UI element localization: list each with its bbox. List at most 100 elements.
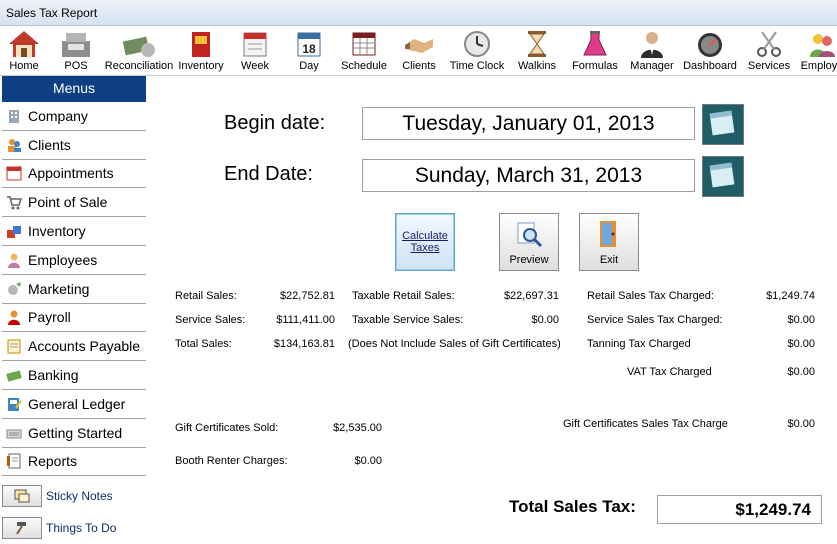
service-tax-label: Service Sales Tax Charged: [587, 314, 723, 326]
hammer-icon [2, 517, 42, 540]
retail-tax-value: $1,249.74 [766, 290, 815, 302]
end-date-field[interactable]: Sunday, March 31, 2013 [362, 159, 695, 192]
toolbar-services-button[interactable]: Services [740, 26, 798, 75]
sidebar-item-payroll[interactable]: Payroll [2, 304, 146, 333]
flask-icon [577, 28, 613, 60]
inventory-box-icon [183, 28, 219, 60]
gift-certificates-tax-label: Gift Certificates Sales Tax Charge [563, 418, 728, 430]
hourglass-icon [519, 28, 555, 60]
sidebar-item-employees[interactable]: Employees [2, 246, 146, 275]
toolbar-inventory-button[interactable]: Inventory [174, 26, 228, 75]
total-sales-tax-label: Total Sales Tax: [509, 497, 636, 516]
preview-button[interactable]: Preview [499, 213, 559, 271]
week-calendar-icon [237, 28, 273, 60]
toolbar-employees-button[interactable]: Employe [798, 26, 837, 75]
begin-date-field[interactable]: Tuesday, January 01, 2013 [362, 107, 695, 140]
clock-icon [459, 28, 495, 60]
taxable-retail-value: $22,697.31 [503, 290, 559, 302]
taxable-service-value: $0.00 [531, 314, 559, 326]
exit-door-icon [595, 219, 623, 252]
banking-money-icon [4, 365, 24, 385]
sidebar-item-getting-started[interactable]: Getting Started [2, 419, 146, 448]
sidebar-item-point-of-sale[interactable]: Point of Sale [2, 188, 146, 218]
employee-icon [4, 250, 24, 270]
cash-register-icon [58, 28, 94, 60]
sidebar-item-reports[interactable]: Reports [2, 448, 146, 477]
building-icon [4, 106, 24, 126]
shopping-cart-icon [4, 192, 24, 212]
end-date-calendar-button[interactable] [702, 156, 744, 197]
payroll-icon [4, 307, 24, 327]
gauge-icon [692, 28, 728, 60]
sticky-note-icon [2, 485, 42, 508]
sidebar-item-inventory[interactable]: Inventory [2, 217, 146, 246]
sidebar-item-company[interactable]: Company [2, 102, 146, 131]
window-title: Sales Tax Report [0, 0, 837, 26]
house-icon [6, 28, 42, 60]
manager-person-icon [634, 28, 670, 60]
service-sales-label: Service Sales: [175, 314, 246, 326]
sidebar-item-appointments[interactable]: Appointments [2, 160, 146, 189]
toolbar-day-button[interactable]: 18 Day [282, 26, 336, 75]
scissors-icon [751, 28, 787, 60]
taxable-service-label: Taxable Service Sales: [352, 314, 464, 326]
vat-tax-label: VAT Tax Charged [627, 366, 712, 378]
employees-group-icon [804, 28, 837, 60]
exit-button[interactable]: Exit [579, 213, 639, 271]
day-calendar-icon: 18 [291, 28, 327, 60]
gift-certificate-note: (Does Not Include Sales of Gift Certific… [348, 338, 561, 350]
tanning-tax-value: $0.00 [787, 338, 815, 350]
end-date-label: End Date: [224, 163, 313, 185]
toolbar-timeclock-button[interactable]: Time Clock [446, 26, 508, 75]
taxable-retail-label: Taxable Retail Sales: [352, 290, 455, 302]
calculate-label-line1: Calculate [402, 230, 448, 242]
schedule-grid-icon [346, 28, 382, 60]
things-to-do-button[interactable]: Things To Do [2, 512, 146, 544]
toolbar-formulas-button[interactable]: Formulas [566, 26, 624, 75]
toolbar-walkins-button[interactable]: Walkins [508, 26, 566, 75]
retail-tax-label: Retail Sales Tax Charged: [587, 290, 714, 302]
service-tax-value: $0.00 [787, 314, 815, 326]
ledger-book-icon [4, 394, 24, 414]
keyboard-icon [4, 423, 24, 443]
toolbar-schedule-button[interactable]: Schedule [336, 26, 392, 75]
sidebar-header: Menus [2, 76, 146, 102]
toolbar-week-button[interactable]: Week [228, 26, 282, 75]
sidebar-menu: Menus Company Clients Appointments Point… [2, 76, 146, 542]
tanning-tax-label: Tanning Tax Charged [587, 338, 691, 350]
money-stack-icon [121, 28, 157, 60]
sidebar-item-general-ledger[interactable]: General Ledger [2, 390, 146, 419]
toolbar-pos-button[interactable]: POS [48, 26, 104, 75]
people-icon [4, 135, 24, 155]
toolbar-clients-button[interactable]: Clients [392, 26, 446, 75]
toolbar-home-button[interactable]: Home [0, 26, 48, 75]
total-sales-value: $134,163.81 [273, 338, 335, 350]
calendar-icon [708, 108, 738, 141]
sidebar-item-clients[interactable]: Clients [2, 131, 146, 160]
booth-renter-label: Booth Renter Charges: [175, 455, 288, 467]
svg-text:18: 18 [302, 42, 316, 56]
vat-tax-value: $0.00 [787, 366, 815, 378]
toolbar-reconciliation-button[interactable]: Reconciliation [104, 26, 174, 75]
report-icon [4, 451, 24, 471]
begin-date-calendar-button[interactable] [702, 104, 744, 145]
calendar-icon [708, 160, 738, 193]
toolbar-dashboard-button[interactable]: Dashboard [680, 26, 740, 75]
begin-date-label: Begin date: [224, 112, 326, 134]
gift-certificates-sold-value: $2,535.00 [333, 422, 382, 434]
retail-sales-value: $22,752.81 [279, 290, 335, 302]
total-sales-label: Total Sales: [175, 338, 232, 350]
marketing-icon [4, 279, 24, 299]
boxes-icon [4, 221, 24, 241]
sidebar-item-accounts-payable[interactable]: Accounts Payable [2, 332, 146, 362]
calculate-label-line2: Taxes [410, 242, 440, 254]
total-sales-tax-value: $1,249.74 [657, 495, 822, 524]
sticky-notes-button[interactable]: Sticky Notes [2, 480, 146, 512]
calculate-taxes-button[interactable]: Calculate Taxes [395, 213, 455, 271]
sidebar-item-marketing[interactable]: Marketing [2, 275, 146, 304]
sidebar-item-banking[interactable]: Banking [2, 361, 146, 390]
magnifier-icon [514, 221, 544, 252]
toolbar-manager-button[interactable]: Manager [624, 26, 680, 75]
handshake-icon [401, 28, 437, 60]
appointment-calendar-icon [4, 163, 24, 183]
